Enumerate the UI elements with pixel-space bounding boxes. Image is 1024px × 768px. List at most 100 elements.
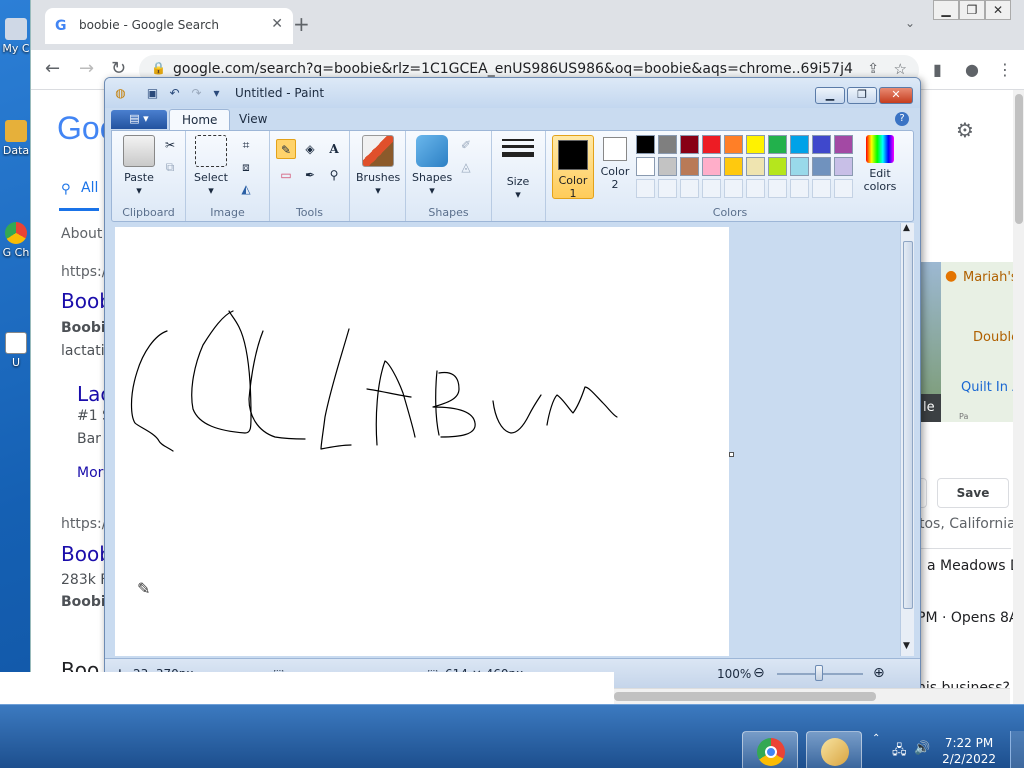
- profile-avatar-icon[interactable]: ●: [965, 60, 979, 79]
- taskbar-paint-button[interactable]: [806, 731, 862, 768]
- share-icon[interactable]: ⇪: [867, 61, 879, 77]
- custom-color-slot[interactable]: [790, 179, 809, 198]
- horizontal-scrollbar[interactable]: [614, 688, 1010, 704]
- paint-minimize-button[interactable]: ▁: [815, 87, 845, 104]
- lock-icon[interactable]: 🔒: [151, 61, 166, 75]
- taskbar-chrome-button[interactable]: [742, 731, 798, 768]
- palette-swatch[interactable]: [636, 157, 655, 176]
- fill-bucket-icon[interactable]: ◈: [300, 139, 320, 159]
- show-desktop-button[interactable]: [1010, 731, 1024, 768]
- save-disk-icon[interactable]: ▣: [145, 86, 160, 101]
- drawing-canvas[interactable]: ✎: [115, 227, 734, 656]
- crop-icon[interactable]: ⌗: [236, 135, 256, 155]
- palette-swatch[interactable]: [702, 157, 721, 176]
- palette-swatch[interactable]: [812, 135, 831, 154]
- palette-swatch[interactable]: [636, 135, 655, 154]
- url-text[interactable]: google.com/search?q=boobie&rlz=1C1GCEA_e…: [173, 61, 853, 77]
- palette-swatch[interactable]: [680, 157, 699, 176]
- bookmark-star-icon[interactable]: ☆: [894, 60, 907, 78]
- outline-icon[interactable]: ✐: [456, 135, 476, 155]
- shapes-button[interactable]: Shapes ▾: [412, 135, 452, 197]
- tab-view[interactable]: View: [227, 109, 279, 130]
- color-2-button[interactable]: Color 2: [596, 135, 634, 191]
- palette-swatch[interactable]: [834, 157, 853, 176]
- scroll-up-icon[interactable]: ▲: [903, 223, 910, 233]
- select-button[interactable]: Select ▾: [192, 135, 230, 197]
- paint-maximize-button[interactable]: ❐: [847, 87, 877, 104]
- custom-color-slot[interactable]: [680, 179, 699, 198]
- redo-icon[interactable]: ↷: [189, 86, 204, 101]
- desktop-icon-chrome[interactable]: G Ch: [0, 222, 32, 259]
- back-arrow-icon[interactable]: ←: [45, 58, 60, 79]
- palette-swatch[interactable]: [768, 157, 787, 176]
- quick-access-dropdown-icon[interactable]: ▾: [209, 86, 224, 101]
- palette-swatch[interactable]: [746, 157, 765, 176]
- palette-swatch[interactable]: [790, 157, 809, 176]
- resize-icon[interactable]: ⧈: [236, 157, 256, 177]
- palette-swatch[interactable]: [658, 157, 677, 176]
- scroll-down-icon[interactable]: ▼: [903, 641, 910, 651]
- forward-arrow-icon[interactable]: →: [79, 58, 94, 79]
- help-icon[interactable]: ?: [895, 112, 909, 126]
- desktop-icon-data[interactable]: Data: [0, 120, 32, 157]
- custom-color-slot[interactable]: [724, 179, 743, 198]
- palette-swatch[interactable]: [746, 135, 765, 154]
- tab-search-chevron-icon[interactable]: ⌄: [905, 16, 915, 30]
- tab-home[interactable]: Home: [169, 109, 231, 130]
- palette-swatch[interactable]: [658, 135, 677, 154]
- rotate-icon[interactable]: ◭: [236, 179, 256, 199]
- undo-icon[interactable]: ↶: [167, 86, 182, 101]
- fill-icon[interactable]: ◬: [456, 157, 476, 177]
- desktop-icon-my-computer[interactable]: My C: [0, 18, 32, 55]
- canvas-resize-handle[interactable]: [729, 452, 734, 457]
- size-button[interactable]: Size ▾: [498, 135, 538, 201]
- copy-icon[interactable]: ⧉: [160, 157, 180, 177]
- tray-expand-icon[interactable]: ⌃: [872, 733, 880, 744]
- custom-color-slot[interactable]: [768, 179, 787, 198]
- clock[interactable]: 7:22 PM 2/2/2022: [942, 735, 996, 767]
- tab-all[interactable]: All: [81, 180, 98, 196]
- edit-colors-button[interactable]: Edit colors: [858, 135, 902, 193]
- palette-swatch[interactable]: [812, 157, 831, 176]
- zoom-in-icon[interactable]: ⊕: [873, 665, 885, 681]
- eraser-icon[interactable]: ▭: [276, 165, 296, 185]
- zoom-slider-thumb[interactable]: [815, 665, 823, 681]
- text-tool-icon[interactable]: A: [324, 139, 344, 159]
- paste-button[interactable]: Paste ▾: [120, 135, 158, 197]
- network-icon[interactable]: 🖧: [892, 741, 907, 763]
- horizontal-scrollbar-thumb[interactable]: [614, 692, 876, 701]
- restore-button[interactable]: ❐: [959, 0, 985, 20]
- paint-app-icon[interactable]: ◍: [113, 86, 128, 101]
- file-menu-button[interactable]: ▤ ▾: [111, 110, 167, 129]
- cut-scissors-icon[interactable]: ✂: [160, 135, 180, 155]
- palette-swatch[interactable]: [702, 135, 721, 154]
- paint-titlebar[interactable]: ◍ ▣ ↶ ↷ ▾ Untitled - Paint ▁ ❐ ✕: [105, 78, 920, 108]
- palette-swatch[interactable]: [768, 135, 787, 154]
- scrollbar-thumb[interactable]: [1015, 94, 1023, 224]
- palette-swatch[interactable]: [790, 135, 809, 154]
- color-picker-icon[interactable]: ✒: [300, 165, 320, 185]
- settings-gear-icon[interactable]: ⚙: [956, 118, 974, 142]
- magnifier-icon[interactable]: ⚲: [324, 165, 344, 185]
- new-tab-button[interactable]: +: [293, 12, 310, 36]
- canvas-scrollbar-thumb[interactable]: [903, 241, 913, 609]
- palette-swatch[interactable]: [834, 135, 853, 154]
- custom-color-slot[interactable]: [702, 179, 721, 198]
- canvas-vertical-scrollbar[interactable]: ▲ ▼: [900, 223, 914, 656]
- brushes-button[interactable]: Brushes ▾: [356, 135, 400, 197]
- custom-color-slot[interactable]: [812, 179, 831, 198]
- page-scrollbar[interactable]: [1013, 90, 1024, 704]
- menu-kebab-icon[interactable]: ⋮: [997, 60, 1013, 79]
- custom-color-slot[interactable]: [636, 179, 655, 198]
- palette-swatch[interactable]: [724, 135, 743, 154]
- palette-swatch[interactable]: [724, 157, 743, 176]
- color-1-button[interactable]: Color 1: [552, 135, 594, 200]
- map-preview[interactable]: ● Mariah's Double Quilt In A le Pa: [921, 262, 1021, 422]
- volume-icon[interactable]: 🔊: [914, 741, 930, 756]
- close-window-button[interactable]: ✕: [985, 0, 1011, 20]
- palette-swatch[interactable]: [680, 135, 699, 154]
- custom-color-slot[interactable]: [658, 179, 677, 198]
- minimize-button[interactable]: ▁: [933, 0, 959, 20]
- browser-tab[interactable]: G boobie - Google Search ✕: [45, 8, 293, 44]
- custom-color-slot[interactable]: [746, 179, 765, 198]
